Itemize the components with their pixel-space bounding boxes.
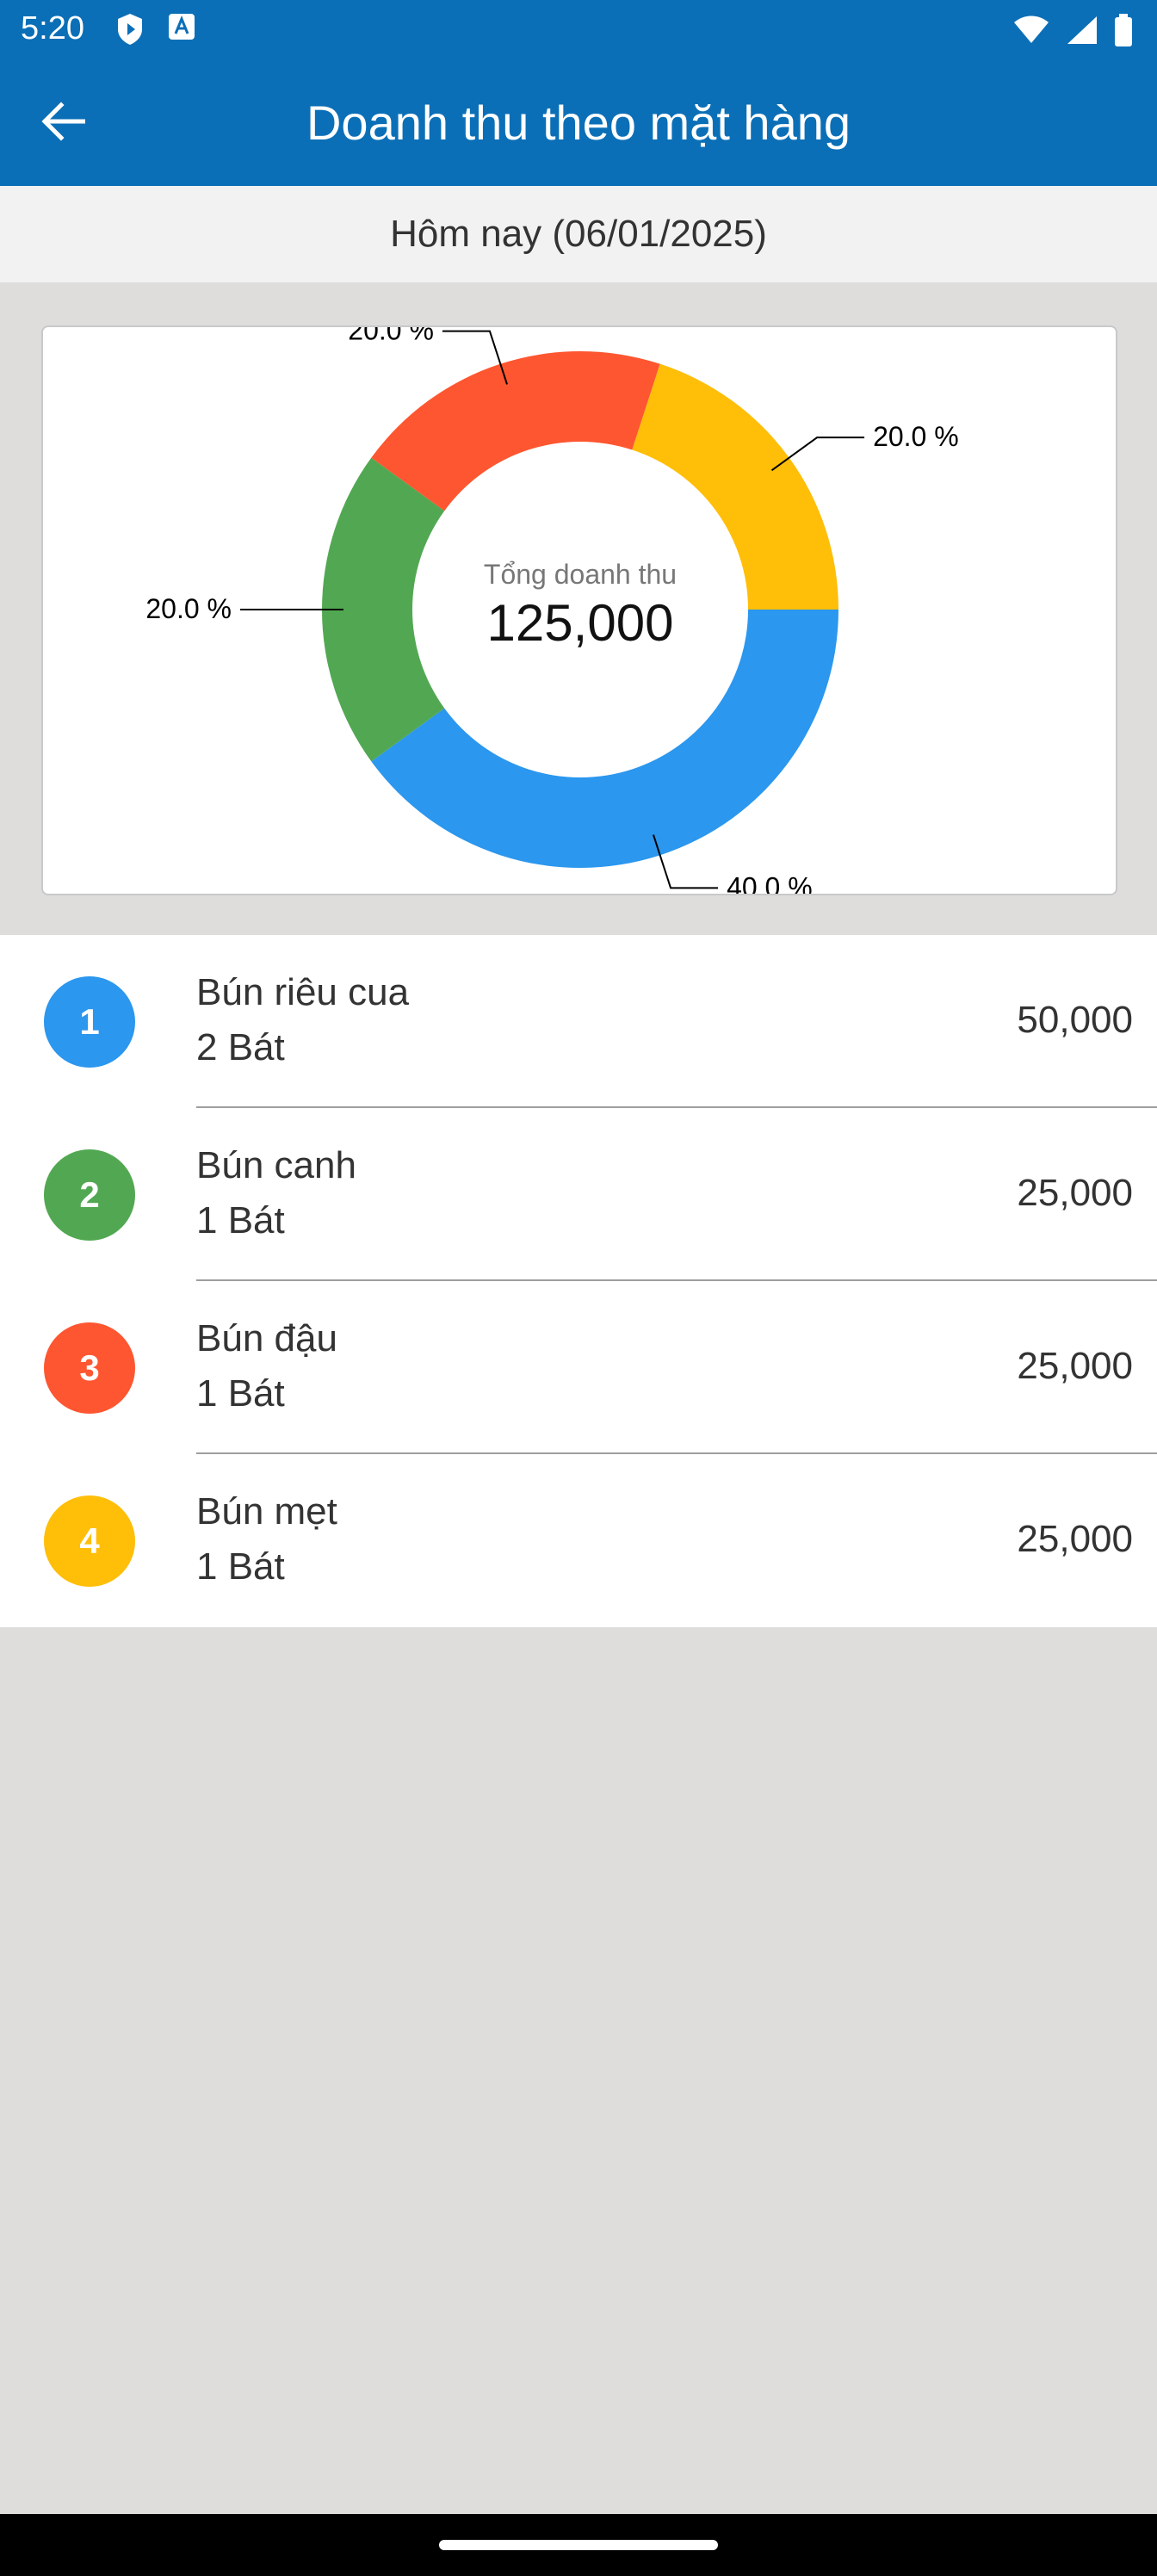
item-amount: 25,000 (1017, 1518, 1133, 1560)
item-name: Bún canh (196, 1144, 356, 1186)
date-filter[interactable]: Hôm nay (06/01/2025) (0, 186, 1157, 282)
item-name: Bún đậu (196, 1317, 337, 1359)
slice-percent-label: 20.0 % (873, 421, 959, 452)
item-name: Bún riêu cua (196, 971, 410, 1013)
donut-slice[interactable] (371, 351, 660, 511)
page-title: Doanh thu theo mặt hàng (306, 96, 851, 150)
item-quantity: 1 Bát (196, 1199, 285, 1242)
item-name: Bún mẹt (196, 1490, 337, 1533)
item-quantity: 2 Bát (196, 1026, 285, 1068)
translate-icon (167, 12, 196, 51)
item-amount: 25,000 (1017, 1172, 1133, 1214)
list-item[interactable]: 2 Bún canh 1 Bát 25,000 (0, 1108, 1157, 1281)
rank-badge: 3 (44, 1322, 135, 1414)
slice-percent-label: 20.0 % (145, 593, 232, 624)
donut-chart: 40.0 % 20.0 % 20.0 % 20.0 % Tổng doanh thu 12… (145, 327, 959, 894)
status-icons-left (115, 12, 196, 51)
wifi-icon (1012, 15, 1050, 49)
home-indicator[interactable] (439, 2540, 718, 2550)
slice-percent-label: 20.0 % (348, 327, 434, 346)
navigation-bar (0, 2514, 1157, 2576)
slice-percent-label: 40.0 % (727, 871, 813, 894)
battery-icon (1114, 14, 1133, 51)
rank-badge: 2 (44, 1149, 135, 1241)
rank-badge: 1 (44, 976, 135, 1068)
chart-center-value: 125,000 (487, 594, 674, 652)
app-bar: Doanh thu theo mặt hàng (0, 60, 1157, 186)
item-amount: 25,000 (1017, 1345, 1133, 1387)
status-icons-right (1012, 14, 1133, 51)
list-item[interactable]: 1 Bún riêu cua 2 Bát 50,000 (0, 935, 1157, 1108)
item-amount: 50,000 (1017, 999, 1133, 1041)
item-list: 1 Bún riêu cua 2 Bát 50,000 2 Bún canh 1… (0, 935, 1157, 1627)
item-quantity: 1 Bát (196, 1372, 285, 1415)
rank-badge: 4 (44, 1495, 135, 1587)
chart-center-label: Tổng doanh thu (484, 559, 677, 590)
chart-card: 40.0 % 20.0 % 20.0 % 20.0 % Tổng doanh thu 12… (41, 325, 1117, 895)
status-time: 5:20 (21, 10, 84, 46)
list-item[interactable]: 3 Bún đậu 1 Bát 25,000 (0, 1281, 1157, 1454)
status-bar: 5:20 (0, 0, 1157, 60)
item-quantity: 1 Bát (196, 1545, 285, 1588)
shield-icon (115, 12, 145, 51)
signal-icon (1066, 15, 1098, 50)
list-item[interactable]: 4 Bún mẹt 1 Bát 25,000 (0, 1454, 1157, 1627)
